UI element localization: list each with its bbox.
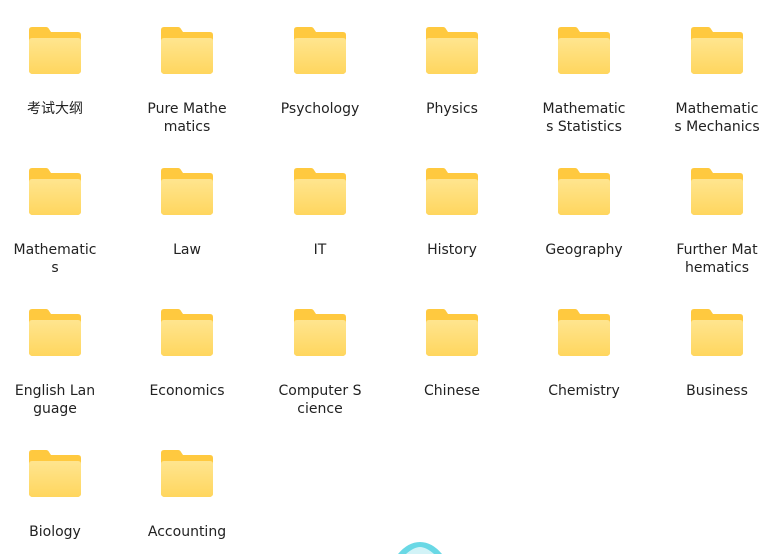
- folder-label: Physics: [426, 101, 478, 117]
- folder-icon: [558, 168, 610, 215]
- folder-label: Mathematics: [13, 242, 97, 276]
- folder-item[interactable]: Physics: [392, 2, 512, 132]
- folder-item[interactable]: Mathematics Statistics: [524, 2, 644, 135]
- folder-icon: [691, 309, 743, 356]
- folder-label: Accounting: [147, 524, 227, 540]
- folder-item[interactable]: Economics: [127, 284, 247, 414]
- folder-item[interactable]: Chinese: [392, 284, 512, 414]
- folder-label: Law: [173, 242, 201, 258]
- folder-item[interactable]: Pure Mathematics: [127, 2, 247, 135]
- folder-icon: [161, 309, 213, 356]
- folder-icon: [29, 450, 81, 497]
- folder-label: Psychology: [280, 101, 360, 117]
- folder-item[interactable]: History: [392, 143, 512, 273]
- folder-icon: [161, 168, 213, 215]
- folder-label: Mathematics Mechanics: [674, 101, 760, 135]
- folder-icon: [294, 168, 346, 215]
- folder-item[interactable]: Further Mathematics: [657, 143, 777, 276]
- folder-icon: [691, 168, 743, 215]
- folder-icon: [426, 27, 478, 74]
- folder-item[interactable]: Geography: [524, 143, 644, 273]
- folder-item[interactable]: 考试大纲: [0, 2, 115, 132]
- folder-icon: [29, 27, 81, 74]
- folder-label: Further Mathematics: [676, 242, 758, 276]
- folder-item[interactable]: Mathematics: [0, 143, 115, 276]
- folder-label: Business: [686, 383, 748, 399]
- folder-item[interactable]: Business: [657, 284, 777, 414]
- folder-item[interactable]: Mathematics Mechanics: [657, 2, 777, 135]
- folder-label: Chemistry: [548, 383, 620, 399]
- folder-label: Chinese: [424, 383, 480, 399]
- folder-item[interactable]: Biology: [0, 425, 115, 555]
- folder-label: Pure Mathematics: [147, 101, 227, 135]
- folder-label: History: [427, 242, 477, 258]
- folder-label: 考试大纲: [27, 101, 83, 117]
- folder-icon: [29, 168, 81, 215]
- folder-label: IT: [313, 242, 327, 258]
- folder-label: Mathematics Statistics: [542, 101, 626, 135]
- folder-icon: [161, 27, 213, 74]
- partial-app-icon: [398, 542, 442, 554]
- folder-icon: [161, 450, 213, 497]
- folder-item[interactable]: IT: [260, 143, 380, 273]
- folder-label: English Language: [14, 383, 96, 417]
- folder-icon: [294, 309, 346, 356]
- folder-icon: [558, 27, 610, 74]
- folder-item[interactable]: Psychology: [260, 2, 380, 132]
- folder-item[interactable]: Law: [127, 143, 247, 273]
- folder-label: Biology: [29, 524, 81, 540]
- folder-grid: 考试大纲 Pure Mathematics Psychology Physics…: [0, 0, 783, 554]
- folder-label: Geography: [545, 242, 623, 258]
- folder-item[interactable]: Accounting: [127, 425, 247, 555]
- folder-icon: [691, 27, 743, 74]
- folder-icon: [426, 309, 478, 356]
- folder-item[interactable]: Chemistry: [524, 284, 644, 414]
- folder-icon: [294, 27, 346, 74]
- folder-item[interactable]: Computer Science: [260, 284, 380, 417]
- folder-icon: [29, 309, 81, 356]
- folder-icon: [426, 168, 478, 215]
- folder-label: Economics: [149, 383, 225, 399]
- folder-label: Computer Science: [278, 383, 362, 417]
- folder-item[interactable]: English Language: [0, 284, 115, 417]
- folder-icon: [558, 309, 610, 356]
